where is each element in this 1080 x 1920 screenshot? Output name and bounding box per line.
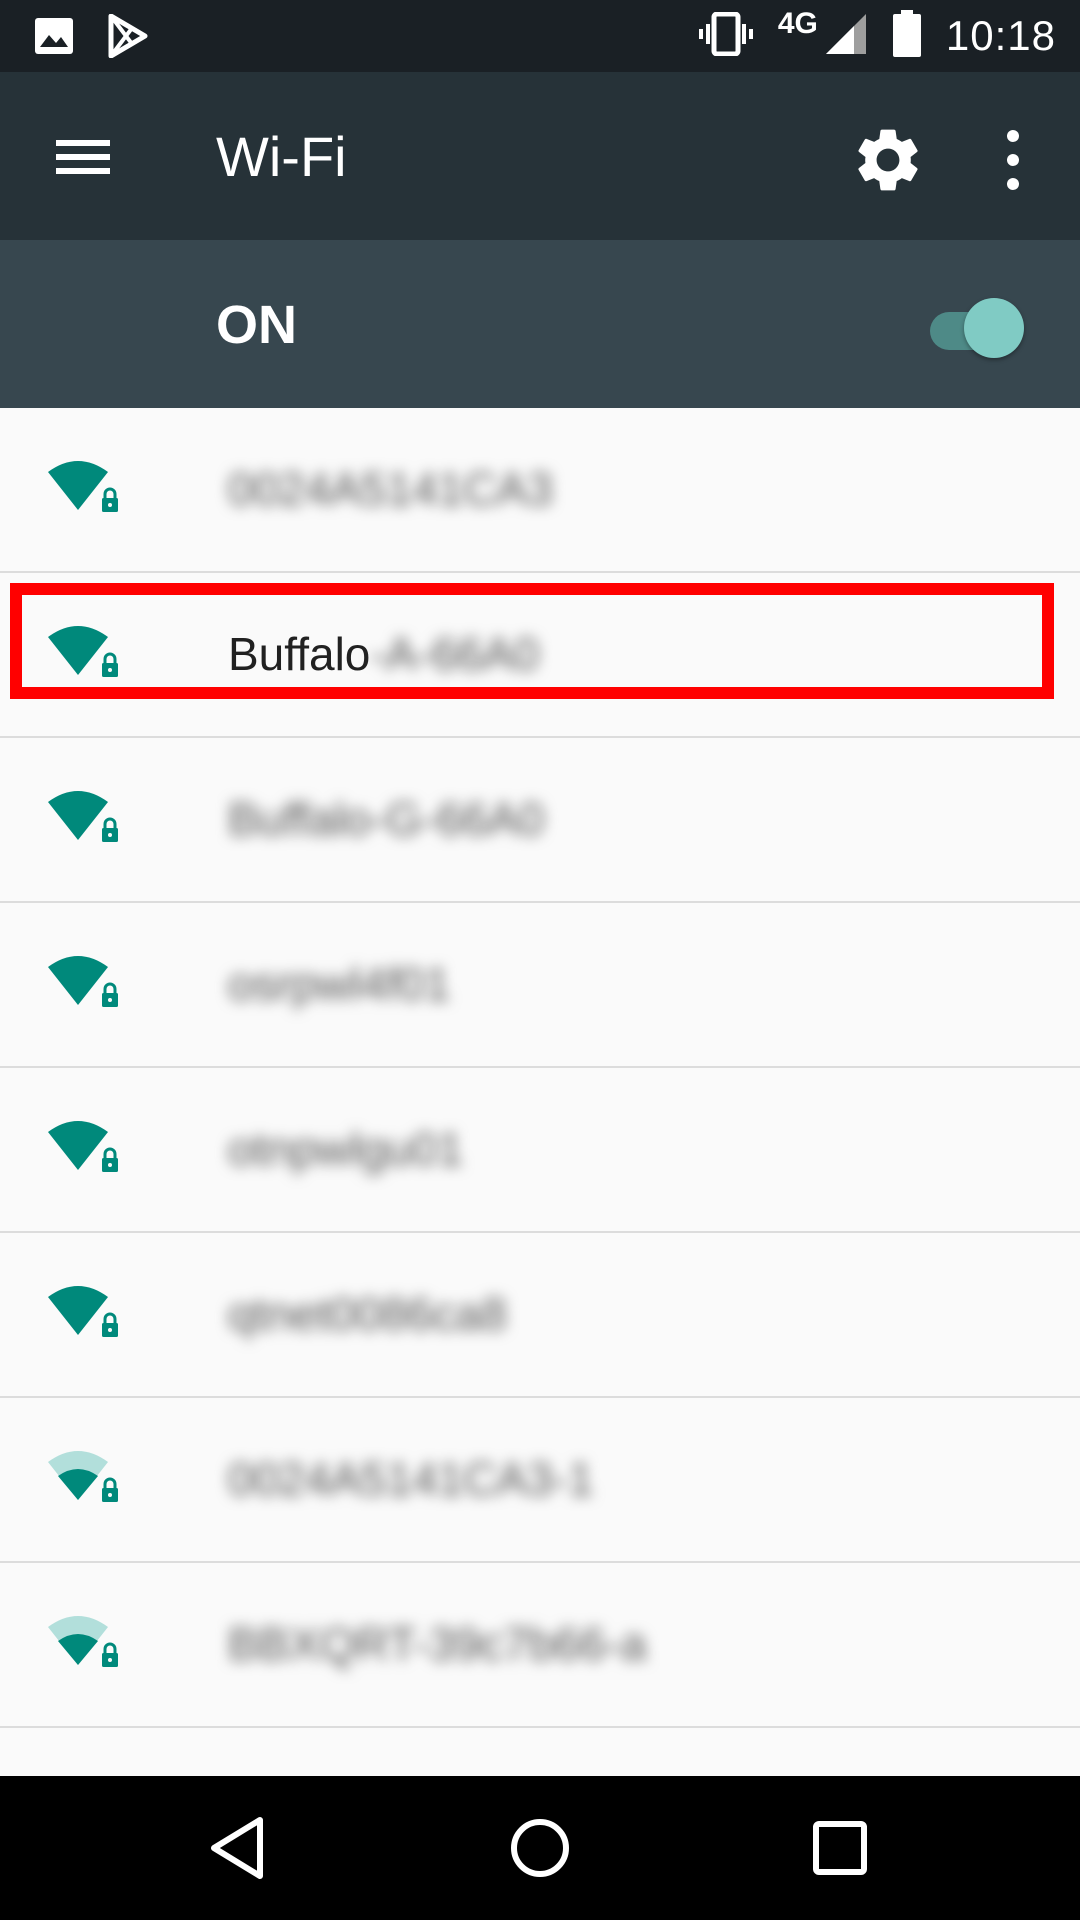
network-ssid: 0024A5141CA3-1 (228, 1452, 594, 1506)
wifi-lock-icon (46, 456, 130, 526)
wifi-lock-icon (46, 1281, 130, 1351)
battery-icon (892, 9, 922, 63)
network-ssid: 0024A5141CA3 (228, 462, 553, 516)
gear-icon (858, 129, 918, 191)
ssid-obscured-text: BBXQRT-39c7b66-a (228, 1618, 647, 1670)
app-bar: Wi-Fi (0, 72, 1080, 240)
signal-icon (824, 12, 868, 61)
recents-icon (813, 1821, 867, 1875)
network-item[interactable]: BBXQRT-39c7b66-a (0, 1563, 1080, 1728)
network-item[interactable]: Buffalo-G-66A0 (0, 738, 1080, 903)
home-button[interactable] (500, 1808, 580, 1888)
back-icon (211, 1817, 263, 1879)
network-ssid: osrpwl4f01 (228, 957, 450, 1011)
network-ssid: Buffalo-G-66A0 (228, 792, 544, 846)
navigation-bar (0, 1776, 1080, 1920)
clock: 10:18 (945, 12, 1056, 59)
settings-button[interactable] (850, 122, 926, 198)
page-title: Wi-Fi (216, 125, 347, 188)
ssid-obscured-text: qtnet0086ca8 (228, 1288, 507, 1340)
network-type-label: 4G (777, 7, 818, 40)
home-icon (511, 1819, 569, 1877)
wifi-toggle[interactable] (926, 296, 1026, 358)
status-bar: 4G 10:18 (0, 0, 1080, 72)
network-item[interactable]: 0024A5141CA3 (0, 408, 1080, 573)
wifi-lock-icon (46, 1116, 130, 1186)
menu-button[interactable] (40, 126, 130, 186)
recents-button[interactable] (800, 1808, 880, 1888)
network-list: 0024A5141CA3 Buffalo-A-66A0 Buffalo-G-66A0… (0, 408, 1080, 1776)
network-ssid: Buffalo-A-66A0 (228, 627, 539, 681)
network-item-partial[interactable] (0, 1728, 1080, 1776)
ssid-visible-text: Buffalo (228, 628, 371, 680)
network-item[interactable]: osrpwl4f01 (0, 903, 1080, 1068)
wifi-lock-icon (46, 951, 130, 1021)
network-ssid: BBXQRT-39c7b66-a (228, 1617, 647, 1671)
ssid-obscured-text: 0024A5141CA3 (228, 463, 553, 515)
back-button[interactable] (200, 1808, 280, 1888)
network-ssid: qtnet0086ca8 (228, 1287, 507, 1341)
ssid-obscured-text: osrpwl4f01 (228, 958, 451, 1010)
play-store-icon (108, 13, 148, 63)
ssid-obscured-text: -A-66A0 (370, 628, 540, 680)
network-item[interactable]: 0024A5141CA3-1 (0, 1398, 1080, 1563)
wifi-lock-icon (46, 786, 130, 856)
network-item[interactable]: qtnet0086ca8 (0, 1233, 1080, 1398)
network-item[interactable]: otnpwlgu01 (0, 1068, 1080, 1233)
network-ssid: otnpwlgu01 (228, 1122, 463, 1176)
toggle-thumb (964, 298, 1024, 358)
ssid-obscured-text: 0024A5141CA3-1 (228, 1453, 594, 1505)
ssid-obscured-text: otnpwlgu01 (228, 1123, 464, 1175)
more-options-button[interactable] (990, 122, 1036, 198)
more-vert-icon (1007, 130, 1019, 190)
ssid-obscured-text: Buffalo-G-66A0 (228, 793, 545, 845)
vibrate-icon (698, 11, 754, 61)
wifi-switch-bar[interactable]: ON (0, 240, 1080, 408)
menu-icon (56, 140, 110, 174)
wifi-lock-icon (46, 621, 130, 691)
wifi-lock-icon (46, 1611, 130, 1681)
image-icon (34, 17, 74, 60)
network-item[interactable]: Buffalo-A-66A0 (0, 573, 1080, 738)
wifi-lock-icon (46, 1446, 130, 1516)
wifi-switch-label: ON (216, 295, 297, 355)
